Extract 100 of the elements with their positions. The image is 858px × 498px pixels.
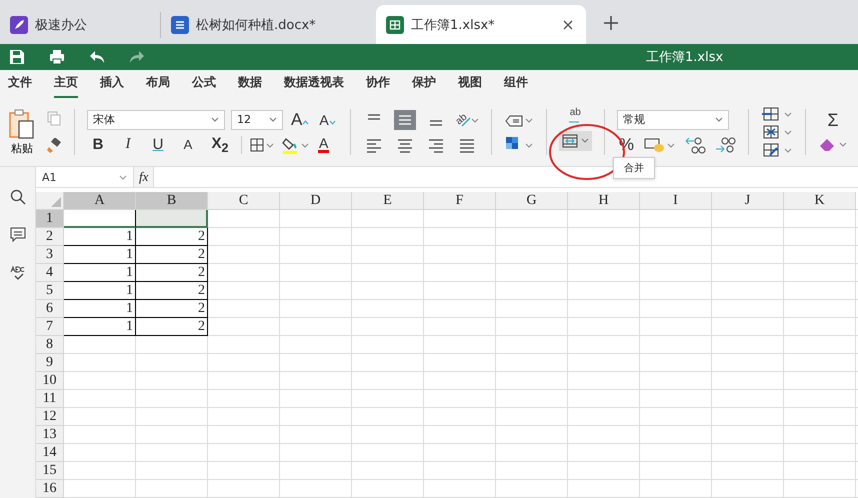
row-header[interactable]: 12 <box>36 408 64 426</box>
row-header[interactable]: 7 <box>36 318 64 336</box>
clipboard-icon <box>8 108 36 138</box>
chevron-icon <box>119 174 127 180</box>
redo-icon[interactable] <box>129 50 145 64</box>
number-format-dropdown[interactable]: 常规 <box>616 110 729 130</box>
column-header[interactable]: J <box>712 192 784 210</box>
menu-tab[interactable]: 主页 <box>54 70 78 98</box>
merge-button[interactable] <box>558 130 592 150</box>
insert-cells-icon[interactable] <box>760 107 793 121</box>
align-button[interactable] <box>394 110 416 130</box>
spreadsheet-icon <box>386 16 404 34</box>
column-header[interactable]: G <box>496 192 568 210</box>
row-header[interactable]: 16 <box>36 480 64 498</box>
table-cell: 1 <box>64 318 136 336</box>
eraser-icon[interactable] <box>818 136 848 154</box>
caret-up-icon <box>302 120 310 124</box>
table-cell: 1 <box>64 282 136 300</box>
format-button[interactable]: I <box>117 136 139 153</box>
row-header[interactable]: 1 <box>36 210 64 228</box>
document-tab[interactable]: 松树如何种植.docx* <box>160 12 376 38</box>
column-header[interactable]: C <box>208 192 280 210</box>
selected-cell[interactable] <box>64 210 136 228</box>
print-icon[interactable] <box>49 49 65 65</box>
column-header[interactable]: H <box>568 192 640 210</box>
menu-tab[interactable]: 数据透视表 <box>284 70 344 98</box>
column-header[interactable]: A <box>64 192 136 210</box>
chevron-icon <box>269 117 277 122</box>
menu-tab[interactable]: 公式 <box>192 70 216 98</box>
table-cell: 2 <box>136 318 208 336</box>
decrease-decimal-icon[interactable] <box>684 136 706 154</box>
row-header[interactable]: 10 <box>36 372 64 390</box>
menu-tab[interactable]: 保护 <box>412 70 436 98</box>
format-button[interactable]: A <box>177 137 199 152</box>
row-header[interactable]: 15 <box>36 462 64 480</box>
format-button[interactable]: B <box>87 136 109 153</box>
column-header[interactable]: D <box>280 192 352 210</box>
increase-decimal-icon[interactable] <box>714 136 736 154</box>
format-button[interactable]: X$_{2}$ <box>207 134 233 154</box>
function-button[interactable]: fx <box>134 167 154 187</box>
column-header[interactable]: B <box>136 192 208 210</box>
column-header[interactable]: E <box>352 192 424 210</box>
font-size-dropdown[interactable]: 12 <box>231 110 283 130</box>
row-header[interactable]: 3 <box>36 246 64 264</box>
undo-icon[interactable] <box>89 50 105 64</box>
save-icon[interactable] <box>9 49 25 65</box>
column-header[interactable]: I <box>640 192 712 210</box>
decrease-font-button[interactable]: A <box>317 112 338 128</box>
currency-icon[interactable] <box>644 136 676 154</box>
font-dropdown[interactable]: 宋体 <box>87 110 225 130</box>
document-icon <box>171 16 189 34</box>
new-tab-icon[interactable] <box>604 16 618 30</box>
document-tab[interactable]: 极速办公 <box>0 5 160 44</box>
row-header[interactable]: 13 <box>36 426 64 444</box>
triangle-icon <box>51 197 61 207</box>
menu-tab[interactable]: 插入 <box>100 70 124 98</box>
table-cell: 2 <box>136 282 208 300</box>
table-cell: 1 <box>64 264 136 282</box>
document-tab[interactable]: 工作簿1.xlsx* <box>376 5 586 44</box>
tab-label: 极速办公 <box>35 16 88 34</box>
row-header[interactable]: 6 <box>36 300 64 318</box>
row-header[interactable]: 2 <box>36 228 64 246</box>
format-cells-icon[interactable] <box>760 143 793 157</box>
row-header[interactable]: 9 <box>36 354 64 372</box>
selected-cell[interactable] <box>136 210 208 228</box>
menu-tab[interactable]: 数据 <box>238 70 262 98</box>
format-painter-icon[interactable] <box>46 138 62 154</box>
merge-cells-icon <box>562 134 578 148</box>
spellcheck-icon[interactable] <box>10 265 26 281</box>
search-icon[interactable] <box>10 189 26 205</box>
comment-icon[interactable] <box>10 227 26 243</box>
fill-color-icon[interactable] <box>282 136 310 154</box>
row-header[interactable]: 4 <box>36 264 64 282</box>
column-header[interactable]: K <box>784 192 856 210</box>
text-orientation-button[interactable]: ab <box>456 112 479 126</box>
row-header[interactable]: 14 <box>36 444 64 462</box>
row-header[interactable]: 8 <box>36 336 64 354</box>
menu-tab[interactable]: 组件 <box>504 70 528 98</box>
menu-tab[interactable]: 协作 <box>366 70 390 98</box>
tooltip: 合并 <box>613 157 655 179</box>
caret-down-icon <box>328 120 336 124</box>
table-cell: 1 <box>64 246 136 264</box>
menu-tab[interactable]: 视图 <box>458 70 482 98</box>
borders-icon[interactable] <box>250 138 274 152</box>
column-header[interactable]: F <box>424 192 496 210</box>
menu-tab[interactable]: 文件 <box>8 70 32 98</box>
menu-tab[interactable]: 布局 <box>146 70 170 98</box>
wrap-text-button[interactable]: ab <box>568 108 582 122</box>
row-header[interactable]: 5 <box>36 282 64 300</box>
row-header[interactable]: 11 <box>36 390 64 408</box>
increase-font-button[interactable]: A <box>289 110 312 130</box>
font-color-button[interactable]: A <box>318 136 330 153</box>
window-title: 工作簿1.xlsx <box>646 49 724 66</box>
paste-button[interactable]: 粘贴 <box>8 108 36 156</box>
delete-cells-icon[interactable] <box>760 125 793 139</box>
close-icon[interactable] <box>563 20 573 30</box>
autosum-button[interactable]: Σ <box>827 110 838 131</box>
chevron-icon <box>580 138 589 143</box>
table-cell: 2 <box>136 264 208 282</box>
format-button[interactable]: U <box>147 136 169 153</box>
